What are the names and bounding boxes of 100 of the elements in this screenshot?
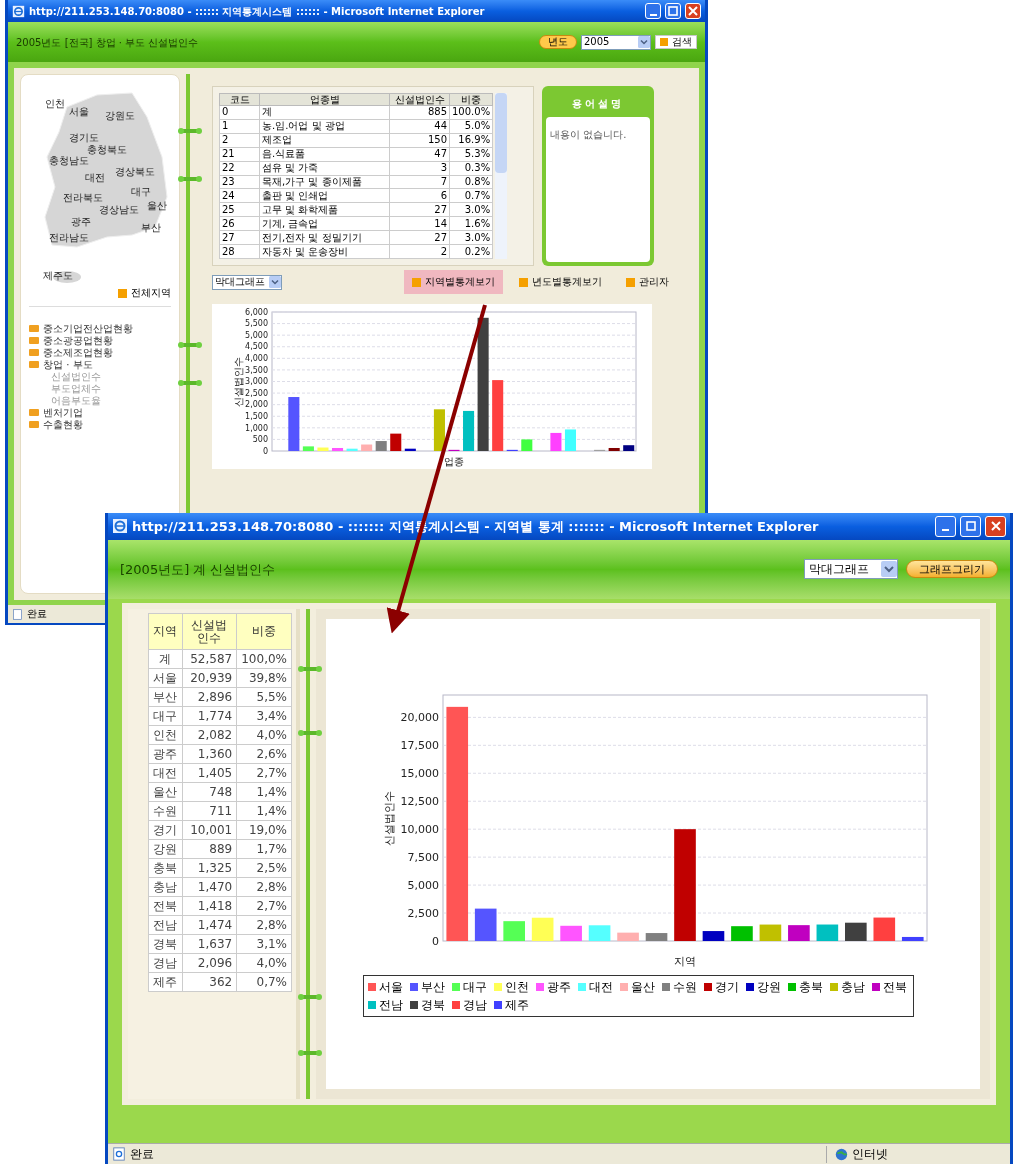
- table-cell: 인천: [148, 725, 183, 745]
- map-region-label[interactable]: 전라북도: [63, 193, 103, 203]
- action-button[interactable]: 관리자: [618, 270, 677, 294]
- legend-label: 경북: [420, 997, 445, 1015]
- table-cell: 0.8%: [449, 175, 493, 189]
- close-button[interactable]: [685, 3, 701, 19]
- map-region-label[interactable]: 충청북도: [87, 145, 127, 155]
- table-cell: 제조업: [259, 133, 390, 148]
- close-button[interactable]: [985, 515, 1006, 537]
- chart-type-select[interactable]: 2005: [581, 34, 651, 50]
- legend-label: 전남: [378, 997, 403, 1015]
- maximize-button[interactable]: [960, 515, 981, 537]
- table-cell: 1: [219, 119, 260, 134]
- menu-item[interactable]: 벤처기업: [43, 407, 83, 418]
- table-cell: 19,0%: [236, 820, 292, 840]
- zone-text: 인터넷: [852, 1146, 888, 1164]
- year-button[interactable]: 년도: [539, 35, 577, 49]
- minimize-button[interactable]: [645, 3, 661, 19]
- tick-label: 4,500: [245, 342, 268, 352]
- table-cell: 2,8%: [236, 877, 292, 897]
- map-region-label[interactable]: 광주: [71, 217, 91, 227]
- map-region-label[interactable]: 서울: [69, 107, 89, 117]
- table-cell: 20,939: [182, 668, 237, 688]
- scrollbar[interactable]: [495, 93, 508, 259]
- tick-label: 0: [262, 446, 268, 456]
- table-cell: 47: [389, 147, 450, 162]
- tick-label: 5,500: [245, 319, 268, 329]
- legend-label: 강원: [756, 979, 781, 997]
- table-cell: 1,774: [182, 706, 237, 726]
- table-cell: 서울: [148, 668, 183, 688]
- chart-type-select[interactable]: 막대그래프: [804, 559, 898, 580]
- action-button[interactable]: 지역별통계보기: [404, 270, 503, 294]
- tick-label: 12,500: [400, 795, 439, 809]
- map-region-label[interactable]: 강원도: [105, 111, 135, 121]
- table-cell: 부산: [148, 687, 183, 707]
- panel-title: 용어설명: [571, 97, 625, 111]
- tick-label: 6,000: [245, 307, 268, 317]
- axis-title: 업종: [444, 456, 464, 467]
- legend-label: 울산: [630, 979, 655, 997]
- map-region-label[interactable]: 인천: [45, 99, 65, 109]
- draw-graph-button[interactable]: 그래프그리기: [906, 560, 998, 579]
- menu-item[interactable]: 중소기업전산업현황: [43, 323, 133, 334]
- table-cell: 2,096: [182, 953, 237, 973]
- map-region-label[interactable]: 충청남도: [49, 156, 89, 166]
- tick-label: 15,000: [400, 767, 439, 781]
- map-region-label[interactable]: 제주도: [43, 271, 73, 281]
- table-cell: 6: [389, 188, 450, 203]
- table-cell: 25: [219, 202, 260, 217]
- column-header: 신설법인수: [389, 93, 450, 106]
- tick-label: 5,000: [245, 330, 268, 340]
- table-cell: 전북: [148, 896, 183, 916]
- all-regions-button[interactable]: 전체지역: [118, 288, 171, 298]
- menu-item[interactable]: 창업 · 부도: [43, 359, 93, 370]
- table-cell: 농.임.어업 및 광업: [259, 119, 390, 134]
- map-region-label[interactable]: 경상남도: [99, 205, 139, 215]
- table-cell: 경기: [148, 820, 183, 840]
- table-cell: 전남: [148, 915, 183, 935]
- binder-ring-icon: [298, 1048, 322, 1059]
- column-header: 코드: [219, 93, 260, 106]
- maximize-button[interactable]: [665, 3, 681, 19]
- tick-label: 500: [252, 435, 268, 445]
- minimize-button[interactable]: [935, 515, 956, 537]
- page-title: 2005년도 [전국] 창업 · 부도 신설법인수: [16, 35, 199, 50]
- table-cell: 고무 및 화학제품: [259, 202, 390, 217]
- minimize-icon: [649, 14, 657, 16]
- table-cell: 0,7%: [236, 972, 292, 992]
- tick-label: 20,000: [400, 711, 439, 725]
- map-region-label[interactable]: 경기도: [69, 133, 99, 143]
- table-cell: 2,6%: [236, 744, 292, 764]
- map-region-label[interactable]: 부산: [141, 223, 161, 233]
- table-cell: 3: [389, 161, 450, 176]
- table-cell: 1,474: [182, 915, 237, 935]
- table-cell: 2,7%: [236, 896, 292, 916]
- table-cell: 3,1%: [236, 934, 292, 954]
- table-cell: 3.0%: [449, 230, 493, 245]
- table-cell: 울산: [148, 782, 183, 802]
- column-header: 지역: [148, 613, 183, 650]
- legend-label: 충북: [798, 979, 823, 997]
- menu-item[interactable]: 수출현황: [43, 419, 83, 430]
- tick-label: 3,500: [245, 365, 268, 375]
- chart-type-select[interactable]: 막대그래프: [212, 274, 282, 290]
- legend-label: 충남: [840, 979, 865, 997]
- table-cell: 22: [219, 161, 260, 176]
- menu-item[interactable]: 중소제조업현황: [43, 347, 113, 358]
- menu-item[interactable]: 중소광공업현황: [43, 335, 113, 346]
- search-button[interactable]: 검색: [655, 35, 697, 49]
- table-cell: 5.0%: [449, 119, 493, 134]
- map-region-label[interactable]: 경상북도: [115, 167, 155, 177]
- map-region-label[interactable]: 울산: [147, 201, 167, 211]
- table-cell: 2: [389, 244, 450, 259]
- map-region-label[interactable]: 대구: [131, 187, 151, 197]
- table-cell: 4,0%: [236, 953, 292, 973]
- table-cell: 23: [219, 175, 260, 189]
- map-region-label[interactable]: 전라남도: [49, 233, 89, 243]
- maximize-icon: [965, 521, 976, 532]
- action-button[interactable]: 년도별통계보기: [511, 270, 610, 294]
- close-icon: [688, 6, 698, 16]
- map-region-label[interactable]: 대전: [85, 173, 105, 183]
- table-cell: 362: [182, 972, 237, 992]
- page-icon: [12, 608, 23, 620]
